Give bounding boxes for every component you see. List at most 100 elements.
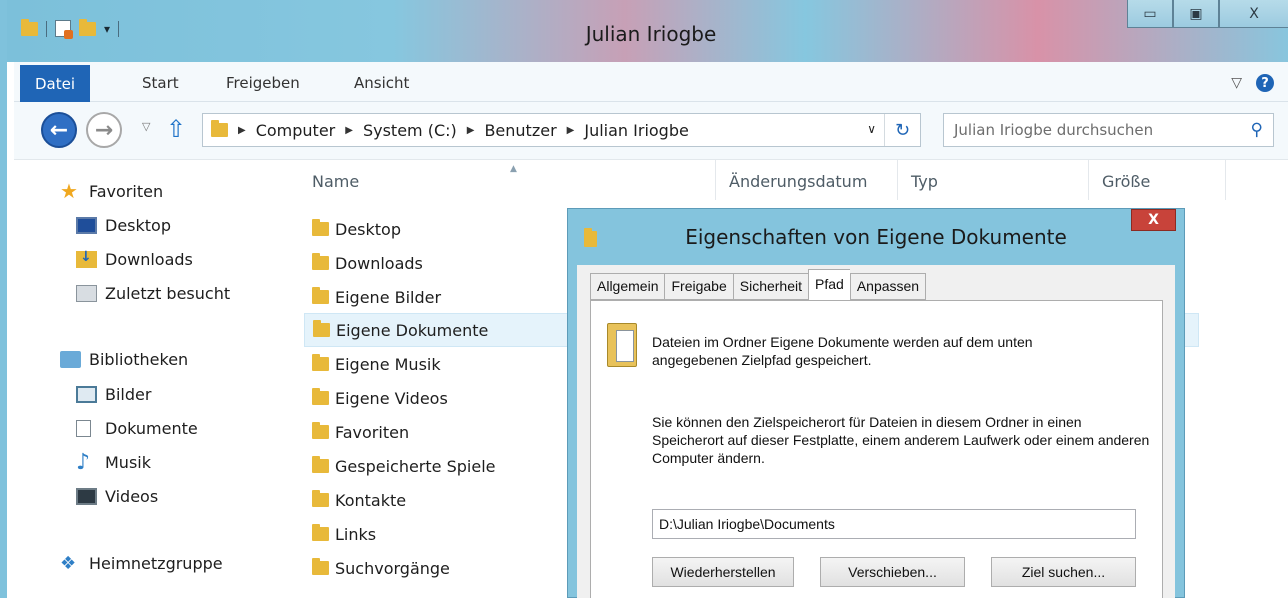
nav-item-recent[interactable]: Zuletzt besucht <box>76 284 230 303</box>
search-placeholder: Julian Iriogbe durchsuchen <box>954 121 1154 139</box>
target-path-input[interactable]: D:\Julian Iriogbe\Documents <box>652 509 1136 539</box>
list-item-label: Eigene Dokumente <box>336 320 489 340</box>
list-item[interactable]: Links <box>304 517 376 551</box>
folder-icon <box>312 558 329 575</box>
tab-datei[interactable]: Datei <box>20 65 90 102</box>
list-item[interactable]: Desktop <box>304 212 401 246</box>
breadcrumb-separator[interactable]: ▶ <box>238 125 246 136</box>
star-icon: ★ <box>60 179 78 203</box>
nav-item-desktop[interactable]: Desktop <box>76 216 171 235</box>
breadcrumb-separator[interactable]: ▶ <box>467 125 475 136</box>
nav-item-dokumente[interactable]: Dokumente <box>76 419 198 438</box>
tab-freigabe[interactable]: Freigabe <box>664 273 733 300</box>
minimize-button[interactable]: ▭ <box>1127 0 1173 28</box>
dialog-title-bar: Eigenschaften von Eigene Dokumente X <box>568 209 1184 265</box>
info-text: Sie können den Zielspeicherort für Datei… <box>652 414 1150 466</box>
nav-item-label: Downloads <box>105 250 193 269</box>
restore-default-button[interactable]: Wiederherstellen <box>652 557 794 587</box>
folder-icon <box>312 287 329 304</box>
list-item[interactable]: Favoriten <box>304 415 409 449</box>
tab-pfad[interactable]: Pfad <box>808 269 850 300</box>
help-icon[interactable]: ? <box>1256 74 1274 92</box>
up-arrow-icon[interactable]: ⇧ <box>166 115 186 143</box>
column-date[interactable]: Änderungsdatum <box>729 172 867 191</box>
folder-icon <box>312 490 329 507</box>
column-size[interactable]: Größe <box>1102 172 1150 191</box>
window-controls: ▭ ▣ X <box>1127 0 1288 28</box>
list-item[interactable]: Suchvorgänge <box>304 551 450 585</box>
nav-item-label: Bilder <box>105 385 152 404</box>
breadcrumb-separator[interactable]: ▶ <box>567 125 575 136</box>
nav-item-videos[interactable]: Videos <box>76 487 158 506</box>
description-text: Dateien im Ordner Eigene Dokumente werde… <box>652 334 1033 368</box>
nav-item-musik[interactable]: ♪ Musik <box>76 450 151 475</box>
column-name[interactable]: Name <box>312 172 359 191</box>
folder-icon <box>211 120 228 137</box>
libraries-icon <box>60 351 81 368</box>
ribbon: Datei Start Freigeben Ansicht ▽ ? <box>14 62 1288 102</box>
list-item-label: Favoriten <box>335 422 410 442</box>
dialog-body: Allgemein Freigabe Sicherheit Pfad Anpas… <box>577 265 1175 598</box>
refresh-icon[interactable]: ↻ <box>884 114 920 146</box>
breadcrumb-computer[interactable]: Computer <box>256 121 336 140</box>
nav-homegroup-label: Heimnetzgruppe <box>89 554 223 573</box>
properties-dialog: Eigenschaften von Eigene Dokumente X All… <box>567 208 1185 598</box>
move-button[interactable]: Verschieben... <box>820 557 965 587</box>
list-item[interactable]: Gespeicherte Spiele <box>304 449 495 483</box>
folder-icon <box>312 456 329 473</box>
list-item[interactable]: Kontakte <box>304 483 406 517</box>
dialog-tabs: Allgemein Freigabe Sicherheit Pfad Anpas… <box>590 269 927 300</box>
pictures-icon <box>76 386 97 403</box>
close-button[interactable]: X <box>1219 0 1288 28</box>
tab-anpassen[interactable]: Anpassen <box>849 273 927 300</box>
breadcrumb-user[interactable]: Julian Iriogbe <box>584 121 688 140</box>
breadcrumb-benutzer[interactable]: Benutzer <box>484 121 556 140</box>
nav-favorites[interactable]: ★ Favoriten <box>60 179 163 203</box>
desktop-icon <box>76 217 97 234</box>
column-divider[interactable] <box>1225 160 1226 200</box>
nav-item-bilder[interactable]: Bilder <box>76 385 151 404</box>
column-divider[interactable] <box>715 160 716 200</box>
chevron-down-icon[interactable]: ▽ <box>1231 75 1242 91</box>
maximize-button[interactable]: ▣ <box>1173 0 1219 28</box>
tab-start[interactable]: Start <box>142 74 179 92</box>
music-icon: ♪ <box>76 450 91 475</box>
recent-locations-dropdown-icon[interactable]: ▽ <box>142 120 150 133</box>
nav-libraries[interactable]: Bibliotheken <box>60 350 188 369</box>
documents-icon <box>76 420 91 437</box>
forward-button[interactable]: → <box>86 112 122 148</box>
sort-ascending-icon: ▲ <box>510 164 517 174</box>
back-button[interactable]: ← <box>41 112 77 148</box>
nav-item-label: Videos <box>105 487 159 506</box>
breadcrumb-separator[interactable]: ▶ <box>345 125 353 136</box>
address-bar[interactable]: ▶ Computer ▶ System (C:) ▶ Benutzer ▶ Ju… <box>202 113 921 147</box>
find-target-button[interactable]: Ziel suchen... <box>991 557 1136 587</box>
column-type[interactable]: Typ <box>911 172 938 191</box>
list-item-label: Desktop <box>335 219 401 239</box>
list-item[interactable]: Eigene Videos <box>304 381 448 415</box>
recent-places-icon <box>76 285 97 302</box>
dialog-close-button[interactable]: X <box>1131 209 1176 231</box>
tab-allgemein[interactable]: Allgemein <box>590 273 665 300</box>
list-item-label: Suchvorgänge <box>335 558 450 578</box>
list-item[interactable]: Eigene Bilder <box>304 280 441 314</box>
search-icon[interactable]: ⚲ <box>1251 120 1263 140</box>
tab-sicherheit[interactable]: Sicherheit <box>732 273 809 300</box>
search-input[interactable]: Julian Iriogbe durchsuchen ⚲ <box>943 113 1274 147</box>
list-item[interactable]: Downloads <box>304 246 423 280</box>
address-dropdown-icon[interactable]: ∨ <box>867 122 876 136</box>
pfad-tab-pane: Dateien im Ordner Eigene Dokumente werde… <box>590 300 1163 598</box>
navigation-pane: ★ Favoriten Desktop Downloads Zuletzt be… <box>14 160 282 598</box>
tab-freigeben[interactable]: Freigeben <box>226 74 300 92</box>
tab-ansicht[interactable]: Ansicht <box>354 74 409 92</box>
downloads-icon <box>76 249 97 268</box>
title-bar: ▾ Julian Iriogbe ▭ ▣ X <box>7 0 1288 62</box>
column-divider[interactable] <box>897 160 898 200</box>
breadcrumb-system[interactable]: System (C:) <box>363 121 457 140</box>
nav-homegroup[interactable]: ❖ Heimnetzgruppe <box>60 554 223 573</box>
nav-libraries-label: Bibliotheken <box>89 350 189 369</box>
list-item[interactable]: Eigene Musik <box>304 347 441 381</box>
column-divider[interactable] <box>1088 160 1089 200</box>
folder-icon <box>312 354 329 371</box>
nav-item-downloads[interactable]: Downloads <box>76 249 193 269</box>
